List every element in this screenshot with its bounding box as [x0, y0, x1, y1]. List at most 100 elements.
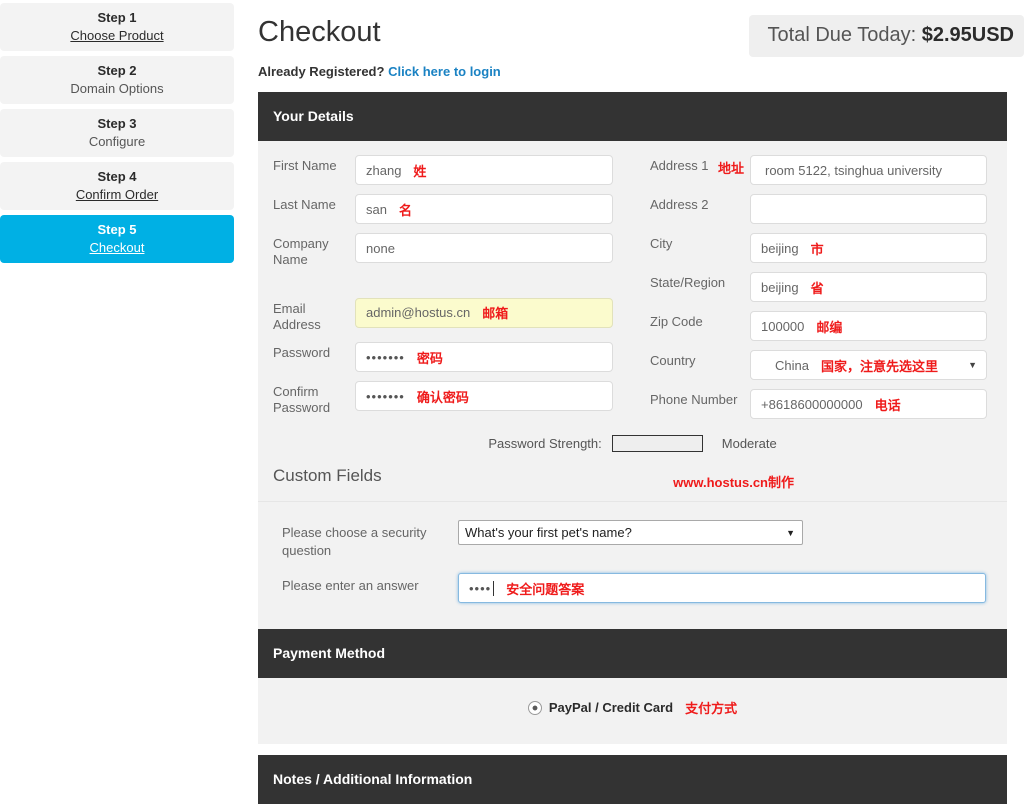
address-1-value: room 5122, tsinghua university	[765, 162, 943, 178]
first-name-input[interactable]: zhang 姓	[355, 155, 613, 185]
last-name-label: Last Name	[273, 197, 336, 212]
security-question-value: What's your first pet's name?	[465, 525, 632, 540]
custom-fields-block: Custom Fields www.hostus.cn制作 Please cho…	[258, 466, 1007, 604]
password-label: Password	[273, 345, 331, 360]
country-label: Country	[650, 353, 696, 368]
payment-option-annotation: 支付方式	[685, 701, 738, 716]
step-3-title: Step 3	[97, 116, 137, 132]
step-item-5[interactable]: Step 5 Checkout	[0, 215, 234, 263]
confirm-password-annotation: 确认密码	[416, 389, 469, 405]
security-answer-input[interactable]: •••• 安全问题答案	[458, 573, 986, 604]
step-item-4[interactable]: Step 4 Confirm Order	[0, 162, 234, 210]
confirm-password-input[interactable]: ••••••• 确认密码	[355, 381, 613, 411]
total-due-badge: Total Due Today: $2.95USD	[748, 15, 1024, 57]
payment-option-paypal[interactable]: PayPal / Credit Card 支付方式	[527, 698, 738, 717]
password-annotation: 密码	[416, 350, 443, 366]
payment-option-label: PayPal / Credit Card	[548, 700, 674, 715]
phone-number-value: +8618600000000	[761, 396, 863, 412]
step-1-label[interactable]: Choose Product	[70, 28, 163, 44]
security-answer-label: Please enter an answer	[282, 578, 419, 594]
email-address-input[interactable]: admin@hostus.cn 邮箱	[355, 297, 613, 328]
field-company-name: Company Name none	[273, 233, 640, 269]
zip-code-value: 100000	[761, 318, 805, 334]
details-right-column: Address 1 地址 room 5122, tsinghua univers…	[640, 155, 1007, 428]
state-region-value: beijing	[761, 279, 799, 295]
state-region-annotation: 省	[810, 280, 824, 296]
field-email-address: Email Address admin@hostus.cn 邮箱	[273, 297, 640, 334]
radio-selected-icon[interactable]	[527, 700, 542, 715]
custom-fields-title: Custom Fields	[273, 466, 382, 485]
already-registered-line: Already Registered? Click here to login	[258, 64, 501, 79]
city-annotation: 市	[810, 241, 824, 257]
your-details-body: First Name zhang 姓 Last Name san 名 Compa…	[258, 141, 1007, 673]
step-5-label[interactable]: Checkout	[90, 240, 145, 256]
payment-method-panel-title: Payment Method	[258, 629, 1007, 678]
password-strength-label: Password Strength:	[488, 436, 602, 451]
details-columns: First Name zhang 姓 Last Name san 名 Compa…	[258, 155, 1007, 428]
zip-code-label: Zip Code	[650, 314, 703, 329]
login-link[interactable]: Click here to login	[388, 64, 501, 79]
step-2-label: Domain Options	[70, 80, 164, 96]
details-left-column: First Name zhang 姓 Last Name san 名 Compa…	[258, 155, 640, 428]
password-strength-meter	[611, 435, 703, 452]
field-first-name: First Name zhang 姓	[273, 155, 640, 185]
country-select[interactable]: China 国家，注意先选这里 ▼	[750, 350, 987, 380]
step-5-title: Step 5	[97, 222, 137, 238]
step-4-label[interactable]: Confirm Order	[76, 187, 158, 203]
security-answer-annotation: 安全问题答案	[506, 581, 585, 597]
phone-number-annotation: 电话	[874, 397, 901, 413]
company-name-value: none	[366, 240, 395, 256]
company-name-input[interactable]: none	[355, 233, 613, 263]
field-address-2: Address 2	[640, 194, 1007, 224]
notes-panel-title: Notes / Additional Information	[258, 755, 1007, 804]
zip-code-annotation: 邮编	[816, 319, 843, 335]
step-item-1[interactable]: Step 1 Choose Product	[0, 3, 234, 51]
email-address-annotation: 邮箱	[482, 306, 509, 321]
address-1-annotation: 地址	[718, 161, 745, 176]
field-state-region: State/Region beijing 省	[640, 272, 1007, 302]
address-1-input[interactable]: room 5122, tsinghua university	[750, 155, 987, 185]
page-title: Checkout	[258, 16, 381, 48]
payment-method-body: PayPal / Credit Card 支付方式	[258, 678, 1007, 744]
city-label: City	[650, 236, 673, 251]
phone-number-input[interactable]: +8618600000000 电话	[750, 389, 987, 419]
first-name-value: zhang	[366, 162, 402, 178]
city-input[interactable]: beijing 市	[750, 233, 987, 263]
step-item-3[interactable]: Step 3 Configure	[0, 109, 234, 157]
password-value: •••••••	[366, 349, 405, 365]
payment-method-panel: Payment Method PayPal / Credit Card 支付方式	[258, 629, 1007, 744]
state-region-label: State/Region	[650, 275, 726, 290]
password-strength-text: Moderate	[721, 436, 777, 451]
chevron-down-icon: ▼	[786, 527, 795, 538]
field-security-answer: Please enter an answer •••• 安全问题答案	[258, 573, 1007, 604]
checkout-header: Checkout Total Due Today: $2.95USD	[258, 0, 1024, 58]
step-1-title: Step 1	[97, 10, 137, 26]
address-2-label: Address 2	[650, 197, 709, 212]
field-phone-number: Phone Number +8618600000000 电话	[640, 389, 1007, 419]
email-address-label: Email Address	[273, 300, 321, 332]
state-region-input[interactable]: beijing 省	[750, 272, 987, 302]
step-item-2[interactable]: Step 2 Domain Options	[0, 56, 234, 104]
total-due-amount: $2.95USD	[921, 24, 1014, 46]
field-last-name: Last Name san 名	[273, 194, 640, 224]
field-security-question: Please choose a security question What's…	[258, 520, 1007, 559]
notes-panel: Notes / Additional Information	[258, 755, 1007, 804]
address-2-input[interactable]	[750, 194, 987, 224]
last-name-input[interactable]: san 名	[355, 194, 613, 224]
already-registered-text: Already Registered?	[258, 64, 385, 79]
custom-fields-divider	[258, 501, 1007, 502]
last-name-value: san	[366, 201, 387, 217]
field-confirm-password: Confirm Password ••••••• 确认密码	[273, 381, 640, 417]
site-watermark: www.hostus.cn制作	[673, 475, 794, 490]
password-input[interactable]: ••••••• 密码	[355, 342, 613, 372]
field-password: Password ••••••• 密码	[273, 342, 640, 372]
first-name-annotation: 姓	[413, 163, 427, 179]
confirm-password-label: Confirm Password	[273, 384, 331, 416]
chevron-down-icon: ▼	[968, 360, 977, 370]
last-name-annotation: 名	[398, 202, 412, 218]
company-name-label: Company Name	[273, 236, 329, 268]
checkout-steps-sidebar: Step 1 Choose Product Step 2 Domain Opti…	[0, 0, 234, 268]
field-country: Country China 国家，注意先选这里 ▼	[640, 350, 1007, 380]
zip-code-input[interactable]: 100000 邮编	[750, 311, 987, 341]
security-question-select[interactable]: What's your first pet's name? ▼	[458, 520, 803, 545]
